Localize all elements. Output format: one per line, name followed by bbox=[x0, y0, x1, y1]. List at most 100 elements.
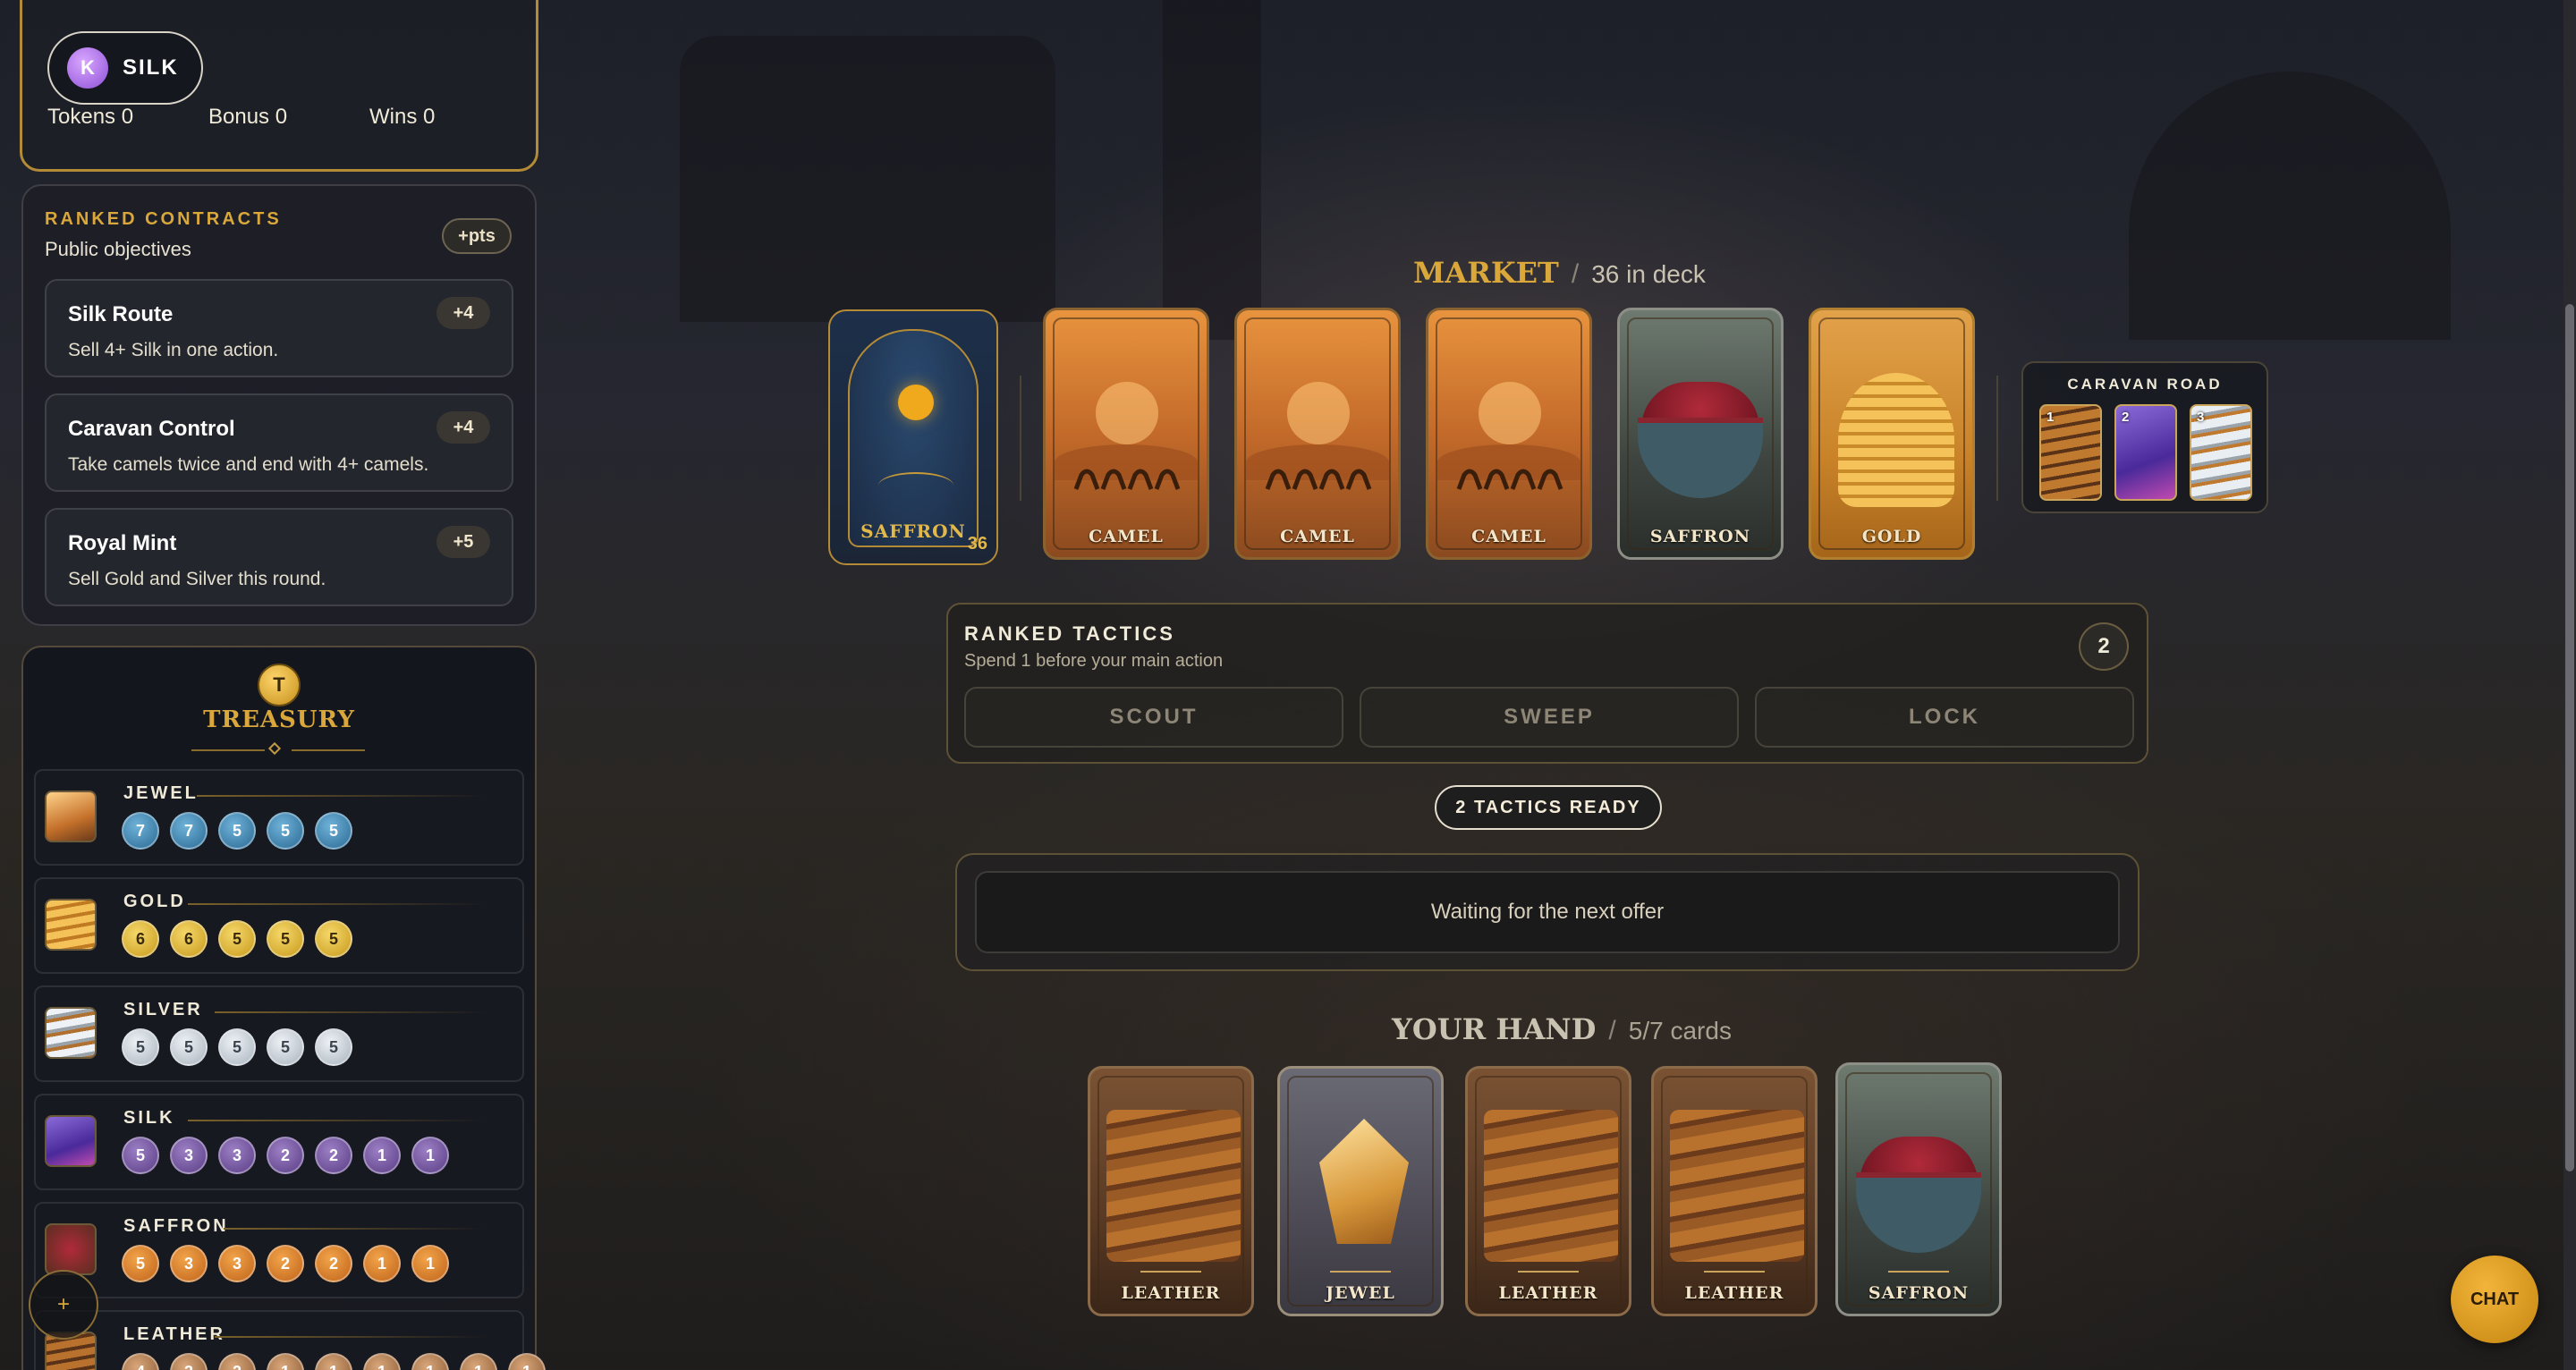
contract-name: Royal Mint bbox=[68, 531, 177, 555]
contract-card[interactable]: Royal Mint Sell Gold and Silver this rou… bbox=[45, 508, 513, 606]
add-button[interactable]: + bbox=[29, 1270, 98, 1340]
treasury-coin-icon: T bbox=[258, 664, 301, 706]
tactics-panel: RANKED TACTICS Spend 1 before your main … bbox=[946, 603, 2148, 764]
contract-card[interactable]: Caravan Control Take camels twice and en… bbox=[45, 393, 513, 492]
token: 1 bbox=[363, 1245, 401, 1282]
offer-status: Waiting for the next offer bbox=[975, 871, 2120, 953]
market-card[interactable]: GOLD bbox=[1809, 308, 1975, 560]
token: 2 bbox=[315, 1137, 352, 1174]
market-title: MARKET bbox=[1413, 256, 1559, 290]
background-building bbox=[680, 36, 1055, 322]
token: 4 bbox=[122, 1353, 159, 1370]
tactics-title: RANKED TACTICS bbox=[964, 622, 1175, 645]
token: 5 bbox=[218, 812, 256, 850]
contract-points: +5 bbox=[436, 526, 490, 558]
deck-count-text: 36 in deck bbox=[1591, 260, 1706, 288]
tactics-subtitle: Spend 1 before your main action bbox=[964, 651, 1224, 671]
hand-card[interactable]: JEWEL bbox=[1277, 1066, 1444, 1316]
card-label: CAMEL bbox=[1089, 527, 1164, 546]
divider bbox=[188, 903, 487, 905]
token: 7 bbox=[170, 812, 208, 850]
card-label: LEATHER bbox=[1498, 1283, 1598, 1303]
good-name: LEATHER bbox=[123, 1324, 225, 1344]
token: 5 bbox=[122, 1245, 159, 1282]
jewel-icon bbox=[45, 791, 97, 842]
card-frame bbox=[1097, 1076, 1244, 1307]
token: 3 bbox=[218, 1137, 256, 1174]
caravan-slot[interactable]: 1 bbox=[2039, 404, 2102, 501]
contracts-panel: RANKED CONTRACTS Public objectives +pts … bbox=[21, 184, 537, 626]
token: 7 bbox=[122, 812, 159, 850]
token: 1 bbox=[508, 1353, 546, 1370]
treasury-panel: T TREASURY JEWEL 7 7 5 5 5 GOLD 6 6 5 5 … bbox=[21, 646, 546, 1370]
contract-description: Take camels twice and end with 4+ camels… bbox=[68, 454, 429, 475]
scrollbar-thumb[interactable] bbox=[2565, 304, 2574, 1171]
market-card[interactable]: CAMEL bbox=[1426, 308, 1592, 560]
token: 3 bbox=[170, 1137, 208, 1174]
hand-header: YOUR HAND / 5/7 cards bbox=[1392, 1012, 1732, 1046]
offer-panel: Waiting for the next offer bbox=[955, 853, 2140, 971]
bonus-stat: Bonus 0 bbox=[208, 105, 288, 129]
contract-description: Sell 4+ Silk in one action. bbox=[68, 340, 279, 360]
token-stack: 5 5 5 5 5 bbox=[122, 1028, 352, 1066]
scrollbar-track[interactable] bbox=[2563, 0, 2576, 1370]
card-label: SAFFRON bbox=[1649, 527, 1751, 546]
tokens-stat: Tokens 0 bbox=[47, 105, 134, 129]
treasury-row-saffron: SAFFRON 5 3 3 2 2 1 1 bbox=[34, 1202, 524, 1298]
contracts-title: RANKED CONTRACTS bbox=[45, 209, 282, 229]
contract-name: Silk Route bbox=[68, 302, 174, 326]
market-card[interactable]: SAFFRON bbox=[1617, 308, 1784, 560]
hand-card[interactable]: SAFFRON bbox=[1835, 1062, 2002, 1316]
contract-name: Caravan Control bbox=[68, 417, 235, 441]
card-frame bbox=[1627, 317, 1774, 550]
lock-button[interactable]: LOCK bbox=[1755, 687, 2134, 748]
background-dome bbox=[2129, 72, 2451, 340]
contract-card[interactable]: Silk Route Sell 4+ Silk in one action. +… bbox=[45, 279, 513, 377]
good-name: JEWEL bbox=[123, 783, 199, 803]
token: 5 bbox=[122, 1137, 159, 1174]
draw-deck[interactable]: SAFFRON 36 bbox=[828, 309, 998, 565]
slot-number: 1 bbox=[2046, 410, 2055, 425]
treasury-row-leather: LEATHER 4 3 2 1 1 1 1 1 1 bbox=[34, 1310, 546, 1370]
card-frame bbox=[1287, 1076, 1434, 1307]
divider bbox=[215, 1336, 487, 1338]
token: 1 bbox=[460, 1353, 497, 1370]
token: 3 bbox=[170, 1245, 208, 1282]
tactics-ready-badge: 2 TACTICS READY bbox=[1435, 785, 1662, 830]
player-badge[interactable]: K SILK bbox=[47, 31, 203, 105]
token: 5 bbox=[218, 1028, 256, 1066]
contract-points: +4 bbox=[436, 411, 490, 444]
card-frame bbox=[1475, 1076, 1622, 1307]
token: 3 bbox=[170, 1353, 208, 1370]
hand-card[interactable]: LEATHER bbox=[1088, 1066, 1254, 1316]
token: 5 bbox=[315, 1028, 352, 1066]
card-label: GOLD bbox=[1861, 527, 1922, 546]
card-label: SAFFRON bbox=[1868, 1283, 1970, 1303]
token: 2 bbox=[218, 1353, 256, 1370]
good-name: SILVER bbox=[123, 1000, 203, 1019]
token: 2 bbox=[267, 1245, 304, 1282]
token: 3 bbox=[218, 1245, 256, 1282]
card-label: LEATHER bbox=[1121, 1283, 1221, 1303]
card-frame bbox=[1661, 1076, 1808, 1307]
chat-button[interactable]: CHAT bbox=[2451, 1256, 2538, 1343]
token: 5 bbox=[315, 920, 352, 958]
sweep-button[interactable]: SWEEP bbox=[1360, 687, 1739, 748]
divider bbox=[215, 1011, 487, 1013]
market-card[interactable]: CAMEL bbox=[1234, 308, 1401, 560]
market-card[interactable]: CAMEL bbox=[1043, 308, 1209, 560]
scout-button[interactable]: SCOUT bbox=[964, 687, 1343, 748]
contracts-subtitle: Public objectives bbox=[45, 238, 191, 260]
player-name: SILK bbox=[123, 55, 179, 80]
divider bbox=[188, 1120, 487, 1121]
divider bbox=[191, 749, 265, 751]
token: 2 bbox=[315, 1245, 352, 1282]
token: 5 bbox=[267, 920, 304, 958]
player-avatar: K bbox=[67, 47, 108, 89]
token: 1 bbox=[363, 1137, 401, 1174]
caravan-slot[interactable]: 2 bbox=[2114, 404, 2177, 501]
hand-card[interactable]: LEATHER bbox=[1651, 1066, 1818, 1316]
token: 1 bbox=[411, 1353, 449, 1370]
hand-card[interactable]: LEATHER bbox=[1465, 1066, 1631, 1316]
caravan-slot[interactable]: 3 bbox=[2190, 404, 2252, 501]
